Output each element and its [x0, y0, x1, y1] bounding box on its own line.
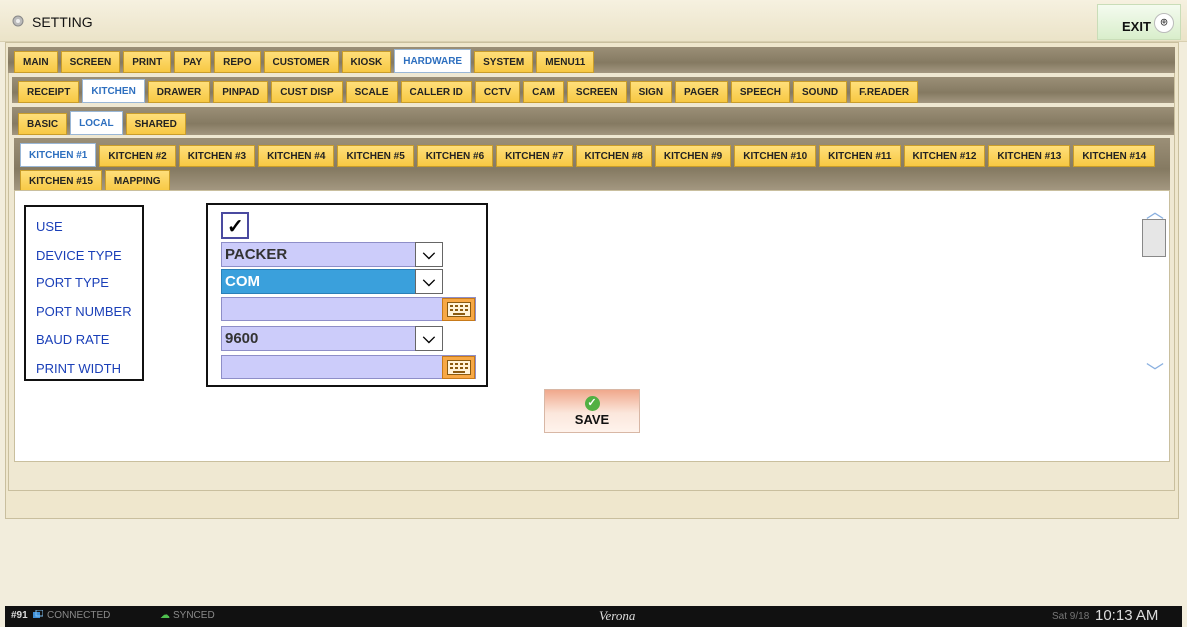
hardware-tab-bar: RECEIPT KITCHEN DRAWER PINPAD CUST DISP SCALE… — [12, 77, 1174, 103]
print-width-label: PRINT WIDTH — [36, 361, 121, 376]
tab-kitchen-11[interactable]: KITCHEN #11 — [819, 145, 901, 167]
cloud-icon: ☁ — [160, 610, 170, 621]
tab-receipt[interactable]: RECEIPT — [18, 81, 80, 103]
window-title: SETTING — [32, 14, 93, 30]
tab-kiosk[interactable]: KIOSK — [341, 51, 392, 73]
tab-speech[interactable]: SPEECH — [730, 81, 790, 103]
tab-f-reader[interactable]: F.READER — [850, 81, 919, 103]
tab-repo[interactable]: REPO — [214, 51, 261, 73]
tab-caller-id[interactable]: CALLER ID — [400, 81, 472, 103]
status-bar: #91 CONNECTED ☁ SYNCED Verona Sat 9/18 1… — [5, 606, 1182, 627]
tab-screen[interactable]: SCREEN — [60, 51, 121, 73]
tab-kitchen-15[interactable]: KITCHEN #15 — [20, 170, 102, 192]
port-number-field[interactable] — [221, 297, 476, 321]
chevron-down-icon[interactable]: ⌵ — [415, 269, 443, 294]
tab-pinpad[interactable]: PINPAD — [213, 81, 269, 103]
tab-pager[interactable]: PAGER — [675, 81, 728, 103]
tab-kitchen[interactable]: KITCHEN — [82, 79, 145, 103]
connected-status: CONNECTED — [47, 610, 111, 621]
title-bar: SETTING EXIT ⌾ — [0, 0, 1187, 42]
exit-label: EXIT — [1122, 19, 1151, 34]
tab-kitchen-6[interactable]: KITCHEN #6 — [416, 145, 494, 167]
tab-cam[interactable]: CAM — [523, 81, 564, 103]
use-label: USE — [36, 219, 63, 234]
tab-mapping[interactable]: MAPPING — [104, 170, 170, 192]
tab-kitchen-5[interactable]: KITCHEN #5 — [337, 145, 414, 167]
location-name: Verona — [599, 608, 636, 623]
tab-system[interactable]: SYSTEM — [474, 51, 534, 73]
chevron-down-icon[interactable]: ⌵ — [415, 326, 443, 351]
tab-sign[interactable]: SIGN — [629, 81, 673, 103]
exit-button[interactable]: EXIT ⌾ — [1097, 4, 1181, 40]
save-label: SAVE — [574, 412, 610, 427]
main-tab-bar: MAIN SCREEN PRINT PAY REPO CUSTOMER KIOSK HARDW… — [8, 47, 1175, 73]
baud-rate-select[interactable]: 9600 ⌵ — [221, 326, 443, 351]
status-time: 10:13 AM — [1095, 607, 1159, 624]
tab-drawer[interactable]: DRAWER — [147, 81, 211, 103]
device-type-value: PACKER — [225, 246, 288, 263]
tab-kitchen-14[interactable]: KITCHEN #14 — [1073, 145, 1156, 167]
chevron-down-icon[interactable]: ⌵ — [415, 242, 443, 267]
tab-kitchen-12[interactable]: KITCHEN #12 — [903, 145, 986, 167]
station-id: #91 — [11, 610, 28, 621]
tab-basic[interactable]: BASIC — [18, 113, 68, 135]
status-date: Sat 9/18 — [1052, 611, 1090, 622]
field-labels: USE DEVICE TYPE PORT TYPE PORT NUMBER BA… — [24, 205, 144, 381]
network-icon — [33, 609, 44, 623]
port-number-label: PORT NUMBER — [36, 304, 132, 319]
tab-kitchen-7[interactable]: KITCHEN #7 — [496, 145, 573, 167]
check-circle-icon: ✓ — [584, 396, 600, 411]
save-button[interactable]: ✓ SAVE — [544, 389, 640, 433]
tab-local[interactable]: LOCAL — [70, 111, 123, 135]
tab-kitchen-3[interactable]: KITCHEN #3 — [178, 145, 256, 167]
tab-kitchen-13[interactable]: KITCHEN #13 — [988, 145, 1071, 167]
scrollbar-thumb[interactable] — [1142, 219, 1166, 257]
tab-kitchen-9[interactable]: KITCHEN #9 — [654, 145, 732, 167]
gear-icon — [12, 15, 24, 27]
tab-kitchen-8[interactable]: KITCHEN #8 — [575, 145, 652, 167]
keyboard-icon[interactable] — [442, 356, 475, 379]
tab-cust-disp[interactable]: CUST DISP — [271, 81, 343, 103]
tab-screen[interactable]: SCREEN — [566, 81, 627, 103]
port-type-value: COM — [225, 273, 260, 290]
synced-status: SYNCED — [173, 610, 215, 621]
screenshot-icon[interactable]: ⌾ — [1154, 13, 1174, 33]
tab-menu11[interactable]: MENU11 — [536, 51, 595, 73]
kitchen-tab-bar: BASIC LOCAL SHARED — [12, 107, 1174, 135]
scroll-up-icon[interactable]: ︿ — [1143, 198, 1167, 222]
port-type-label: PORT TYPE — [36, 275, 109, 290]
tab-kitchen-10[interactable]: KITCHEN #10 — [734, 145, 817, 167]
keyboard-icon[interactable] — [442, 298, 475, 321]
printer-tab-bar: KITCHEN #1 KITCHEN #2 KITCHEN #3 KITCHEN #4… — [14, 138, 1170, 192]
baud-rate-label: BAUD RATE — [36, 332, 110, 347]
tab-print[interactable]: PRINT — [123, 51, 172, 73]
tab-main[interactable]: MAIN — [14, 51, 58, 73]
tab-shared[interactable]: SHARED — [125, 113, 186, 135]
tab-customer[interactable]: CUSTOMER — [263, 51, 339, 73]
tab-kitchen-2[interactable]: KITCHEN #2 — [99, 145, 176, 167]
device-type-label: DEVICE TYPE — [36, 248, 122, 263]
tab-sound[interactable]: SOUND — [793, 81, 848, 103]
tab-hardware[interactable]: HARDWARE — [394, 49, 472, 73]
scroll-down-icon[interactable]: ﹀ — [1143, 358, 1167, 382]
print-width-field[interactable] — [221, 355, 476, 379]
baud-rate-value: 9600 — [225, 330, 259, 347]
device-type-select[interactable]: PACKER ⌵ — [221, 242, 443, 267]
tab-pay[interactable]: PAY — [174, 51, 212, 73]
tab-scale[interactable]: SCALE — [345, 81, 398, 103]
checkmark-icon: ✓ — [227, 216, 244, 238]
tab-cctv[interactable]: CCTV — [474, 81, 521, 103]
port-type-select[interactable]: COM ⌵ — [221, 269, 443, 294]
use-checkbox[interactable]: ✓ — [221, 212, 249, 239]
tab-kitchen-1[interactable]: KITCHEN #1 — [20, 143, 97, 167]
tab-kitchen-4[interactable]: KITCHEN #4 — [258, 145, 335, 167]
